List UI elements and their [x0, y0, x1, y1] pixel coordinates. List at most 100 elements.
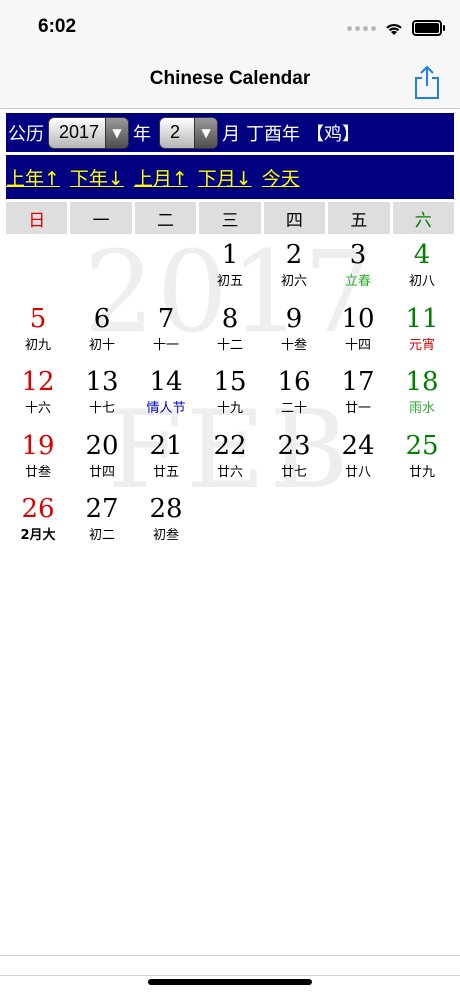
lunar-date: 廿一 — [344, 401, 371, 416]
next-year-link[interactable]: 下年↓ — [70, 164, 124, 191]
day-cell[interactable]: 10 十四 — [326, 300, 390, 364]
day-cell[interactable]: 16 二十 — [262, 363, 326, 427]
home-indicator[interactable] — [148, 979, 312, 985]
lunar-date: 廿五 — [152, 464, 179, 480]
day-number: 11 — [405, 303, 439, 334]
day-cell[interactable]: 19 廿叁 — [6, 427, 70, 491]
day-cell[interactable]: 17 廿一 — [326, 363, 390, 427]
day-number: 16 — [277, 367, 311, 397]
day-number: 10 — [341, 303, 375, 334]
navigation-bar: Chinese Calendar — [0, 56, 460, 109]
day-cell[interactable]: 15 十九 — [198, 363, 262, 427]
day-cell[interactable]: 21 廿五 — [134, 427, 198, 491]
page-title: Chinese Calendar — [149, 68, 311, 89]
battery-icon — [412, 20, 445, 36]
day-cell[interactable]: 2 初六 — [262, 236, 326, 300]
empty-cell — [70, 236, 134, 300]
lunar-date: 情人节 — [146, 401, 186, 416]
day-cell[interactable]: 24 廿八 — [326, 427, 390, 491]
day-cell[interactable]: 27 初二 — [70, 490, 134, 554]
day-cell[interactable]: 25 廿九 — [390, 427, 454, 491]
year-suffix: 年 — [133, 123, 152, 145]
day-cell[interactable]: 6 初十 — [70, 300, 134, 364]
lunar-date: 十七 — [88, 401, 115, 416]
day-number: 19 — [21, 430, 55, 461]
next-month-link[interactable]: 下月↓ — [198, 164, 252, 191]
lunar-date: 初六 — [280, 274, 307, 289]
day-cell[interactable]: 3 立春 — [326, 236, 390, 300]
divider — [0, 955, 460, 956]
day-number: 21 — [149, 430, 183, 461]
today-link[interactable]: 今天 — [262, 164, 300, 191]
month-select-value: 2 — [170, 122, 181, 142]
day-number: 22 — [213, 430, 247, 461]
lunar-date: 2月大 — [20, 528, 56, 543]
previous-year-link[interactable]: 上年↑ — [6, 164, 60, 191]
lunar-date: 廿六 — [216, 464, 243, 480]
day-number: 4 — [413, 240, 431, 270]
day-number: 3 — [349, 240, 367, 270]
day-number: 24 — [341, 430, 375, 461]
month-select[interactable]: 2 ▼ — [159, 116, 219, 149]
day-number: 9 — [285, 303, 303, 334]
day-number: 5 — [29, 303, 47, 334]
day-cell[interactable]: 20 廿四 — [70, 427, 134, 491]
previous-month-link[interactable]: 上月↑ — [134, 164, 188, 191]
empty-cell — [6, 236, 70, 300]
day-number: 26 — [21, 494, 55, 524]
weekday-2: 二 — [134, 202, 197, 234]
day-cell[interactable]: 12 十六 — [6, 363, 70, 427]
day-cell[interactable]: 23 廿七 — [262, 427, 326, 491]
weekday-4: 四 — [263, 202, 326, 234]
lunar-date: 廿九 — [408, 464, 435, 480]
day-number: 8 — [221, 303, 239, 334]
lunar-date: 十六 — [24, 401, 51, 416]
year-select-value: 2017 — [59, 122, 100, 142]
lunar-date: 初二 — [88, 528, 115, 543]
lunar-date: 廿叁 — [24, 464, 51, 480]
gregorian-label: 公历 — [8, 123, 44, 145]
day-number: 14 — [149, 367, 183, 397]
day-cell[interactable]: 13 十七 — [70, 363, 134, 427]
day-cell[interactable]: 7 十一 — [134, 300, 198, 364]
day-cell[interactable]: 1 初五 — [198, 236, 262, 300]
day-number: 6 — [93, 303, 111, 334]
ganzhi-year: 丁酉年 — [246, 123, 301, 145]
date-selector-bar: 公历 2017 ▼ 年 2 ▼ 月 丁酉年 【鸡】 — [6, 113, 454, 152]
zodiac-label: 【鸡】 — [306, 123, 361, 145]
lunar-date: 十一 — [152, 337, 179, 353]
lunar-date: 十二 — [216, 337, 243, 353]
day-cell[interactable]: 11 元宵 — [390, 300, 454, 364]
day-cell[interactable]: 14 情人节 — [134, 363, 198, 427]
weekday-6: 六 — [392, 202, 454, 234]
chevron-down-icon: ▼ — [105, 117, 129, 148]
status-time: 6:02 — [38, 16, 77, 37]
day-cell[interactable]: 18 雨水 — [390, 363, 454, 427]
lunar-date: 初叁 — [152, 528, 179, 543]
lunar-date: 初八 — [408, 274, 435, 289]
day-number: 12 — [21, 367, 55, 397]
day-cell[interactable]: 28 初叁 — [134, 490, 198, 554]
year-select[interactable]: 2017 ▼ — [48, 116, 130, 149]
cellular-signal-icon — [347, 25, 376, 31]
lunar-date: 初五 — [216, 274, 243, 289]
navigation-links-bar: 上年↑ 下年↓ 上月↑ 下月↓ 今天 — [6, 155, 454, 199]
day-number: 15 — [213, 367, 247, 397]
day-number: 2 — [285, 240, 303, 270]
day-cell[interactable]: 26 2月大 — [6, 490, 70, 554]
lunar-date: 十叁 — [280, 337, 307, 353]
day-cell[interactable]: 22 廿六 — [198, 427, 262, 491]
share-icon[interactable] — [412, 64, 442, 100]
day-number: 27 — [85, 494, 119, 524]
day-cell[interactable]: 8 十二 — [198, 300, 262, 364]
day-number: 20 — [85, 430, 119, 461]
day-cell[interactable]: 5 初九 — [6, 300, 70, 364]
day-cell[interactable]: 9 十叁 — [262, 300, 326, 364]
day-cell[interactable]: 4 初八 — [390, 236, 454, 300]
lunar-date: 十四 — [344, 337, 371, 353]
day-number: 28 — [149, 494, 183, 524]
weekday-1: 一 — [70, 202, 132, 234]
day-number: 7 — [157, 303, 175, 334]
weekday-5: 五 — [328, 202, 390, 234]
lunar-date: 廿七 — [280, 464, 307, 480]
